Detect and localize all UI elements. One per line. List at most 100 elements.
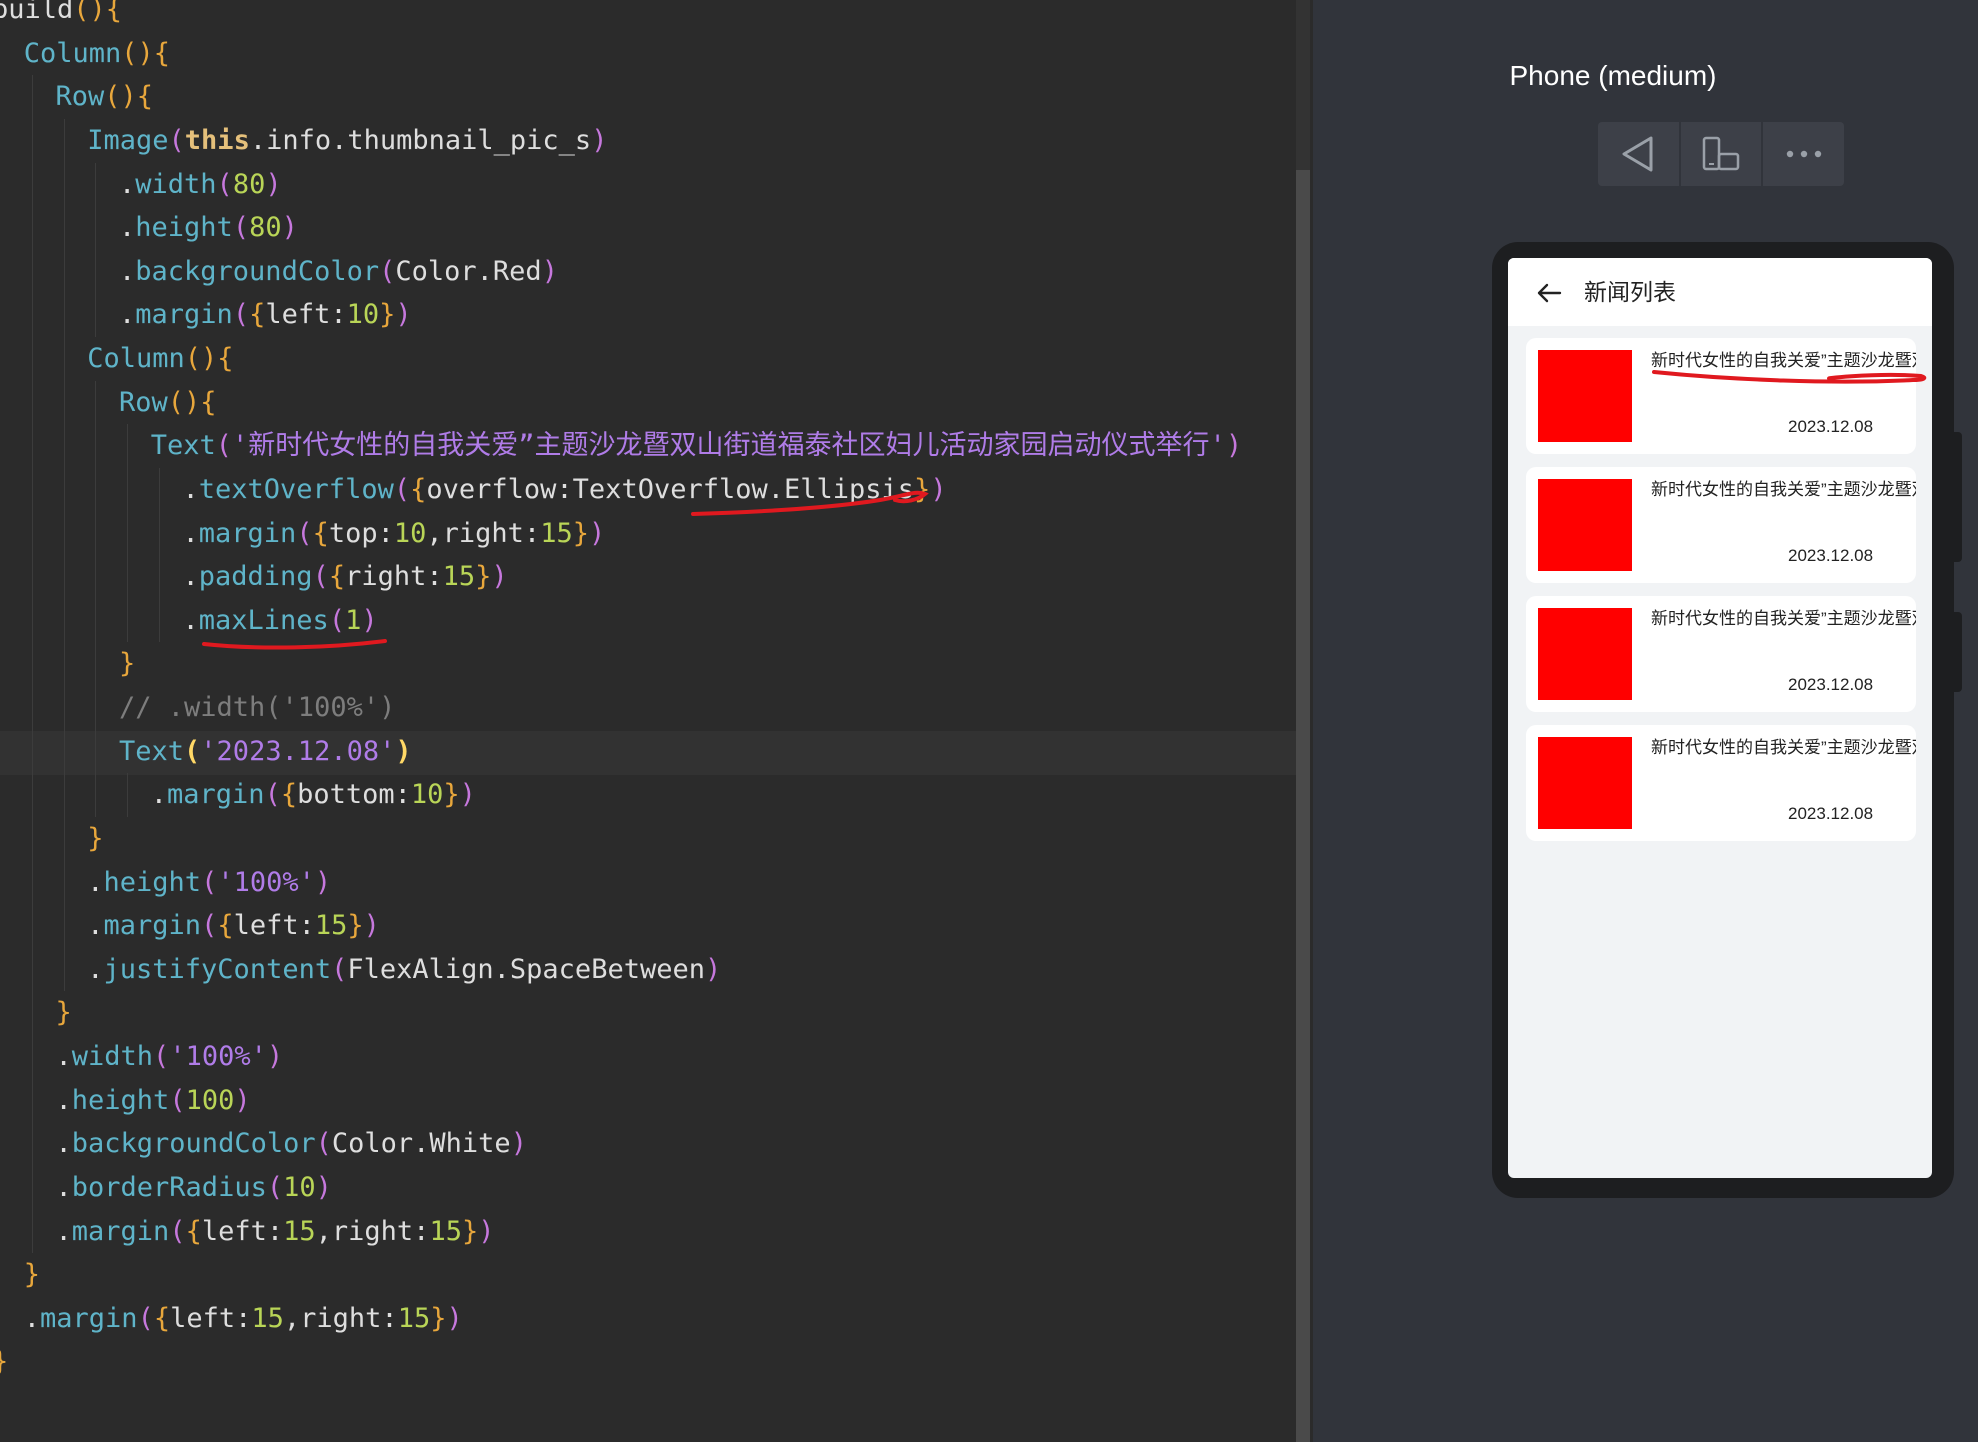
- code-token: .: [23, 1302, 41, 1334]
- code-line: .width('100%'): [56, 1035, 284, 1079]
- news-card[interactable]: 新时代女性的自我关爱”主题沙龙暨双山街道福泰社区妇儿活动家园启动仪式举行 2023…: [1526, 596, 1916, 712]
- indent-guide: [95, 380, 97, 425]
- news-thumbnail: [1538, 350, 1632, 442]
- news-thumbnail: [1538, 737, 1632, 829]
- indent-guide: [31, 1035, 33, 1079]
- code-token: ): [591, 124, 608, 156]
- code-token: Row: [119, 386, 168, 418]
- news-card[interactable]: 新时代女性的自我关爱”主题沙龙暨双山街道福泰社区妇儿活动家园启动仪式举行 2023…: [1526, 338, 1916, 454]
- indent-guide: [63, 511, 65, 556]
- code-token: .: [55, 1041, 72, 1072]
- code-token: 15: [540, 517, 573, 549]
- code-token: 15: [283, 1215, 316, 1247]
- back-triangle-icon: [1622, 136, 1653, 172]
- code-token: '2023.12.08': [200, 735, 396, 767]
- code-line: .padding({right:15}): [183, 555, 508, 599]
- code-token: ): [395, 299, 412, 331]
- indent-guide: [63, 860, 65, 905]
- code-line: .margin({left:10}): [119, 293, 412, 337]
- code-line: .margin({left:15}): [87, 904, 380, 948]
- code-token: Column: [23, 37, 122, 69]
- phone-screen[interactable]: 新闻列表 新时代女性的自我关爱”主题沙龙暨双山街道福泰社区妇儿活动家园启动仪式举…: [1508, 258, 1932, 1178]
- more-button[interactable]: [1763, 122, 1844, 186]
- indent-guide: [158, 511, 160, 556]
- news-title: 新时代女性的自我关爱”主题沙龙暨双山街道福泰社区妇儿活动家园启动仪式举行: [1651, 609, 1916, 628]
- code-token: Text: [150, 430, 216, 462]
- code-token: 15: [429, 1215, 462, 1247]
- code-token: ): [704, 953, 722, 985]
- back-arrow-icon[interactable]: [1536, 282, 1562, 304]
- news-card[interactable]: 新时代女性的自我关爱”主题沙龙暨双山街道福泰社区妇儿活动家园启动仪式举行 2023…: [1526, 725, 1916, 841]
- code-line: Column(){: [87, 337, 233, 381]
- news-card[interactable]: 新时代女性的自我关爱”主题沙龙暨双山街道福泰社区妇儿活动家园启动仪式举行 2023…: [1526, 467, 1916, 583]
- code-token: .: [119, 255, 136, 287]
- indent-guide: [31, 773, 33, 817]
- code-token: ): [510, 1128, 527, 1160]
- indent-guide: [31, 424, 33, 468]
- code-token: (: [169, 1215, 186, 1247]
- code-token: ): [315, 1171, 332, 1203]
- code-line: }: [56, 991, 72, 1035]
- code-token: .: [55, 1171, 72, 1203]
- code-token: ): [266, 1041, 284, 1072]
- code-token: 15: [314, 910, 348, 942]
- indent-guide: [127, 467, 128, 512]
- news-date: 2023.12.08: [1788, 804, 1874, 823]
- indent-guide: [95, 467, 97, 512]
- code-token: ): [446, 1302, 463, 1334]
- code-token: ): [1225, 430, 1243, 462]
- code-token: ): [281, 212, 298, 244]
- indent-guide: [31, 118, 33, 163]
- code-token: margin: [71, 1215, 170, 1247]
- indent-guide: [127, 555, 128, 599]
- code-line: // .width('100%'): [119, 686, 395, 730]
- news-thumbnail: [1538, 608, 1632, 700]
- indent-guide: [63, 118, 65, 163]
- rotate-device-button[interactable]: [1681, 122, 1764, 186]
- back-button[interactable]: [1598, 122, 1681, 186]
- code-token: .: [87, 910, 104, 942]
- indent-guide: [158, 598, 160, 643]
- editor-scrollbar-thumb[interactable]: [1296, 170, 1310, 1442]
- indent-guide: [63, 380, 65, 425]
- indent-guide: [31, 206, 33, 250]
- code-token: '新时代女性的自我关爱”主题沙龙暨双山街道福泰社区妇儿活动家园启动仪式举行': [232, 430, 1226, 462]
- indent-guide: [95, 729, 97, 774]
- code-line: .backgroundColor(Color.White): [56, 1122, 527, 1166]
- code-token: Text: [119, 735, 185, 767]
- news-thumbnail: [1538, 479, 1632, 571]
- code-editor[interactable]: build(){Column(){Row(){Image(this.info.t…: [0, 0, 1313, 1442]
- code-line: Row(){: [119, 381, 217, 425]
- code-token: ,right:: [426, 517, 541, 549]
- code-token: (: [328, 604, 346, 636]
- news-title: 新时代女性的自我关爱”主题沙龙暨双山街道福泰社区妇儿活动家园启动仪式举行: [1651, 738, 1916, 757]
- indent-guide: [31, 380, 33, 425]
- code-token: margin: [135, 299, 233, 331]
- code-token: {: [328, 561, 346, 593]
- code-token: .: [119, 212, 136, 244]
- code-token: }: [347, 910, 364, 942]
- code-token: '100%': [169, 1041, 267, 1072]
- news-date: 2023.12.08: [1788, 417, 1874, 436]
- code-line: .width(80): [119, 163, 282, 207]
- code-token: (: [331, 953, 348, 985]
- code-token: FlexAlign.SpaceBetween: [347, 953, 705, 985]
- code-token: ): [459, 779, 476, 811]
- code-token: (: [168, 124, 185, 156]
- news-title: 新时代女性的自我关爱”主题沙龙暨双山街道福泰社区妇儿活动家园启动仪式举行: [1651, 351, 1916, 370]
- code-line: .margin({bottom:10}): [151, 773, 476, 817]
- code-token: 10: [410, 779, 444, 811]
- code-token: padding: [198, 561, 313, 593]
- indent-guide: [63, 467, 65, 512]
- code-token: ): [363, 910, 380, 942]
- previewer-toolbar: [1598, 122, 1844, 186]
- code-token: (){: [104, 81, 154, 113]
- indent-guide: [95, 642, 97, 686]
- code-token: (: [393, 473, 411, 505]
- code-token: .: [182, 517, 199, 549]
- indent-guide: [31, 642, 33, 686]
- code-line: .height(100): [56, 1079, 251, 1123]
- code-line: .backgroundColor(Color.Red): [119, 250, 558, 294]
- indent-guide: [95, 598, 97, 643]
- code-token: margin: [103, 910, 202, 942]
